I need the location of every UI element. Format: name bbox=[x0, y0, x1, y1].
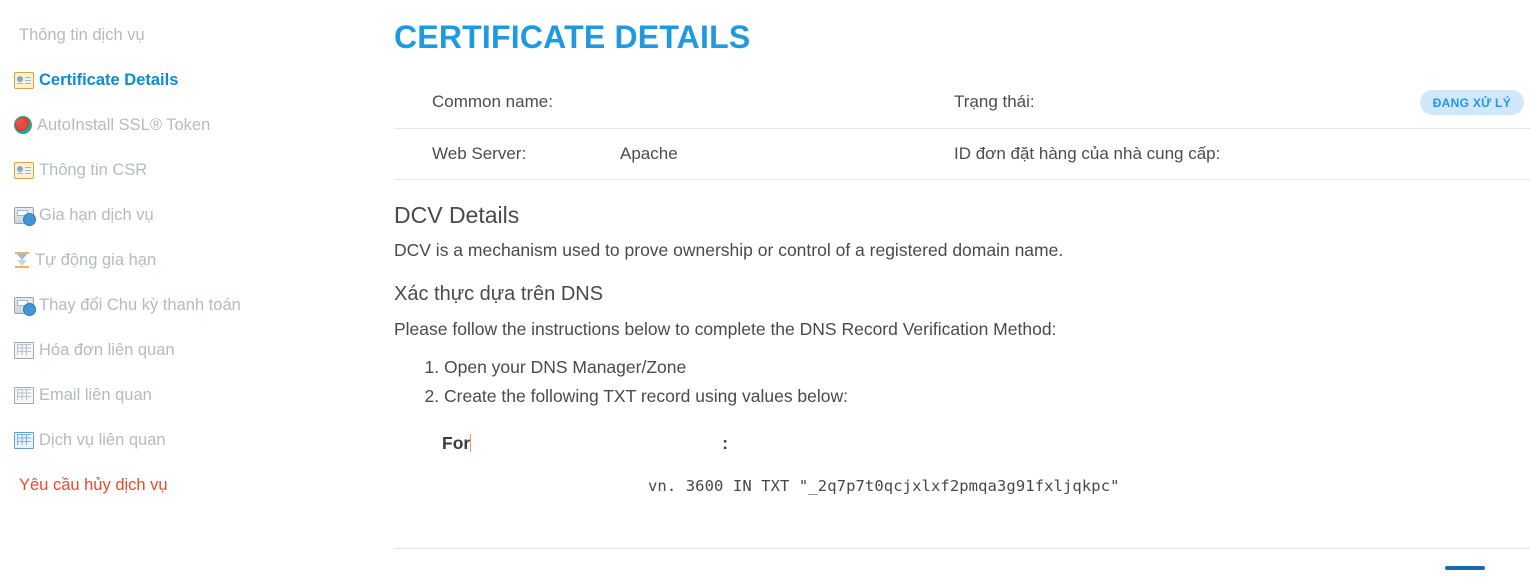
table-row: Web Server: Apache ID đơn đặt hàng của n… bbox=[394, 128, 1530, 180]
sidebar-item-label: Yêu cầu hủy dịch vụ bbox=[19, 476, 168, 494]
grid-blue-icon bbox=[14, 431, 34, 449]
status-badge: ĐANG XỬ LÝ bbox=[1419, 89, 1524, 115]
status-cell: ĐANG XỬ LÝ bbox=[1282, 77, 1530, 129]
main-content: CERTIFICATE DETAILS Common name: Trạng t… bbox=[390, 0, 1530, 577]
section-divider bbox=[394, 548, 1530, 549]
renew-icon bbox=[14, 296, 36, 316]
status-label: Trạng thái: bbox=[952, 77, 1282, 129]
for-domain-line: For: bbox=[442, 433, 1530, 457]
renew-icon bbox=[14, 206, 36, 226]
dns-steps-list: Open your DNS Manager/Zone Create the fo… bbox=[394, 353, 1530, 411]
sidebar-item-label: Email liên quan bbox=[39, 386, 152, 404]
list-item: Open your DNS Manager/Zone bbox=[444, 353, 1530, 382]
txt-record-value[interactable]: vn. 3600 IN TXT "_2q7p7t0qcjxlxf2pmqa3g9… bbox=[390, 477, 1530, 495]
sidebar-item-label: Gia hạn dịch vụ bbox=[39, 206, 154, 224]
hourglass-icon bbox=[14, 251, 30, 269]
sidebar-item-label: Tự động gia hạn bbox=[35, 251, 157, 269]
sidebar-item-label: Dịch vụ liên quan bbox=[39, 431, 166, 449]
certificate-card-icon bbox=[14, 71, 34, 89]
grid-icon bbox=[14, 341, 34, 359]
common-name-label: Common name: bbox=[394, 77, 620, 129]
sidebar-item-thong-tin-csr[interactable]: Thông tin CSR bbox=[14, 157, 390, 183]
sidebar-item-autoinstall-ssl-token[interactable]: AutoInstall SSL® Token bbox=[14, 112, 390, 138]
dcv-description: DCV is a mechanism used to prove ownersh… bbox=[394, 240, 1064, 261]
bottom-action-button[interactable] bbox=[1445, 566, 1485, 570]
vendor-order-id-label: ID đơn đặt hàng của nhà cung cấp: bbox=[952, 128, 1282, 180]
sidebar-item-label: Hóa đơn liên quan bbox=[39, 341, 175, 359]
sidebar-item-certificate-details[interactable]: Certificate Details bbox=[14, 67, 390, 93]
sidebar-item-label: Thông tin dịch vụ bbox=[19, 26, 145, 44]
sidebar-item-label: Thay đổi Chu kỳ thanh toán bbox=[39, 296, 241, 314]
sidebar-item-email-lien-quan[interactable]: Email liên quan bbox=[14, 382, 390, 408]
web-server-label: Web Server: bbox=[394, 128, 620, 180]
redacted-domain-name bbox=[470, 433, 723, 452]
sidebar-item-yeu-cau-huy-dich-vu[interactable]: Yêu cầu hủy dịch vụ bbox=[14, 472, 390, 498]
page-title: CERTIFICATE DETAILS bbox=[394, 19, 751, 55]
grid-icon bbox=[14, 386, 34, 404]
sidebar-item-label: AutoInstall SSL® Token bbox=[37, 116, 211, 134]
dcv-details-heading: DCV Details bbox=[394, 201, 520, 228]
sidebar-item-hoa-don-lien-quan[interactable]: Hóa đơn liên quan bbox=[14, 337, 390, 363]
sidebar-item-thay-doi-chu-ky-thanh-toan[interactable]: Thay đổi Chu kỳ thanh toán bbox=[14, 292, 390, 318]
sidebar-item-label: Certificate Details bbox=[39, 71, 179, 89]
sidebar-item-tu-dong-gia-han[interactable]: Tự động gia hạn bbox=[14, 247, 390, 273]
dns-instructions-text: Please follow the instructions below to … bbox=[394, 319, 1057, 340]
sidebar-item-thong-tin-dich-vu[interactable]: Thông tin dịch vụ bbox=[14, 22, 390, 48]
common-name-value bbox=[620, 77, 952, 129]
for-suffix-label: : bbox=[722, 432, 729, 453]
vendor-order-id-value bbox=[1282, 128, 1530, 180]
list-item: Create the following TXT record using va… bbox=[444, 382, 1530, 411]
for-prefix-label: For bbox=[442, 432, 471, 453]
sidebar-item-dich-vu-lien-quan[interactable]: Dịch vụ liên quan bbox=[14, 427, 390, 453]
autoinstall-token-icon bbox=[14, 116, 32, 134]
sidebar-item-gia-han-dich-vu[interactable]: Gia hạn dịch vụ bbox=[14, 202, 390, 228]
sidebar-item-label: Thông tin CSR bbox=[39, 161, 148, 179]
sidebar: Thông tin dịch vụ Certificate Details Au… bbox=[0, 0, 390, 577]
dns-validation-heading: Xác thực dựa trên DNS bbox=[394, 283, 604, 306]
certificate-info-table: Common name: Trạng thái: ĐANG XỬ LÝ Web … bbox=[394, 77, 1530, 180]
page-root: Thông tin dịch vụ Certificate Details Au… bbox=[0, 0, 1530, 577]
certificate-card-icon bbox=[14, 161, 34, 179]
table-row: Common name: Trạng thái: ĐANG XỬ LÝ bbox=[394, 77, 1530, 129]
web-server-value: Apache bbox=[620, 128, 952, 180]
